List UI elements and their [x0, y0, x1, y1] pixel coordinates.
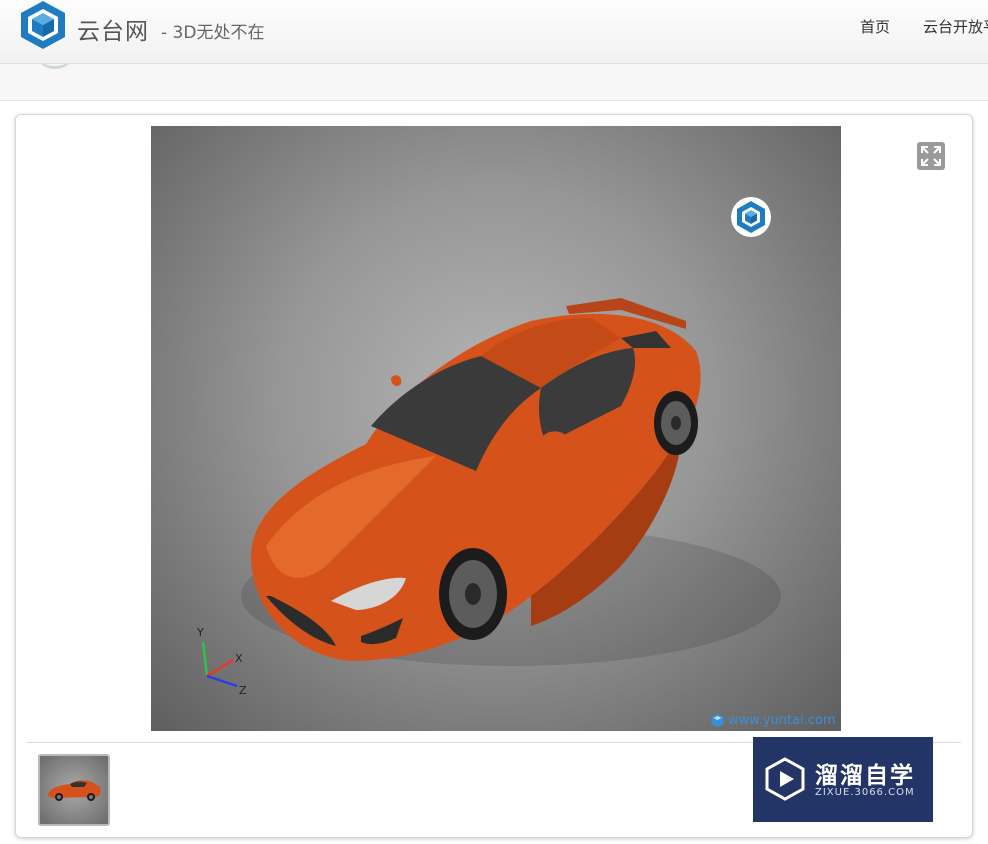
3d-viewport[interactable]: Y X Z www.yuntai.com	[151, 126, 841, 731]
promo-subtitle: ZIXUE.3066.COM	[815, 787, 915, 798]
fullscreen-button[interactable]	[917, 142, 945, 170]
expand-icon	[921, 146, 941, 166]
model-thumbnail[interactable]	[38, 754, 110, 826]
promo-title: 溜溜自学	[815, 763, 915, 789]
axis-label-x: X	[235, 652, 243, 665]
watermark-url-text[interactable]: www.yuntai.com	[728, 713, 836, 728]
site-tagline: - 3D无处不在	[161, 23, 265, 43]
nav-home[interactable]: 首页	[860, 16, 890, 37]
site-header: 云台网 - 3D无处不在 首页 云台开放平	[0, 0, 988, 64]
cube-icon[interactable]	[18, 0, 68, 50]
axis-label-y: Y	[196, 626, 204, 639]
car-thumbnail-image	[48, 780, 101, 801]
sub-header-bar	[0, 64, 988, 101]
play-icon	[765, 757, 805, 801]
decorative-arc	[35, 64, 75, 69]
model-viewer-panel: Y X Z www.yuntai.com	[15, 114, 973, 838]
axis-label-z: Z	[239, 684, 247, 696]
nav-open-platform[interactable]: 云台开放平	[923, 16, 988, 37]
promo-watermark[interactable]: 溜溜自学 ZIXUE.3066.COM	[753, 737, 933, 822]
cube-icon	[711, 714, 724, 727]
site-name[interactable]: 云台网	[77, 12, 149, 46]
watermark-link[interactable]: www.yuntai.com	[711, 713, 836, 728]
axis-gizmo: Y X Z	[196, 626, 247, 696]
cube-icon[interactable]	[730, 196, 772, 238]
